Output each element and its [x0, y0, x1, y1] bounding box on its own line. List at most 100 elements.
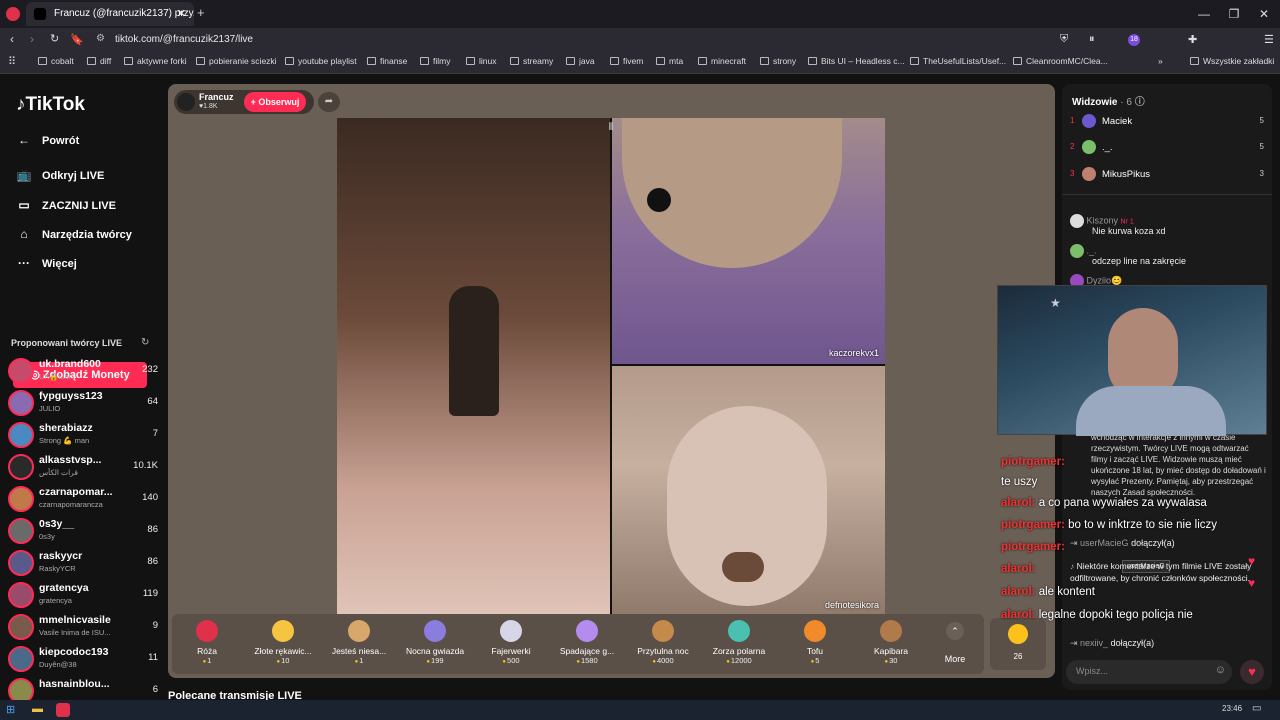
- gift-item[interactable]: Fajerwerki500: [476, 620, 546, 665]
- wish-gift-card[interactable]: 26: [990, 618, 1046, 670]
- gift-item[interactable]: Nocna gwiazda199: [400, 620, 470, 665]
- minimize-icon[interactable]: —: [1192, 4, 1216, 24]
- nav-creator-tools[interactable]: ⌂ Narzędzia twórcy: [16, 227, 132, 241]
- nav-more[interactable]: ··· Więcej: [16, 256, 77, 270]
- new-tab-button[interactable]: +: [197, 5, 205, 20]
- more-gifts[interactable]: ⌃ More: [940, 618, 970, 670]
- gift-price: 1580: [552, 656, 622, 665]
- bookmark-item[interactable]: aktywne forki: [124, 56, 187, 66]
- pause-icon[interactable]: ⏸: [1089, 33, 1095, 46]
- join-message: ⇥ nexiiv_ dołączył(a): [1070, 638, 1155, 648]
- bookmark-item[interactable]: cobalt: [38, 56, 74, 66]
- reload-icon[interactable]: ↻: [50, 32, 59, 45]
- dog-nose: [722, 552, 764, 582]
- suggested-creator[interactable]: gratencya gratencya 119: [8, 580, 158, 612]
- bookmark-folder[interactable]: finanse: [367, 56, 407, 66]
- close-window-icon[interactable]: ✕: [1252, 4, 1276, 24]
- viewer-count: 11: [148, 652, 158, 663]
- browser-logo-icon[interactable]: [6, 7, 20, 21]
- notification-icon[interactable]: ▭: [1252, 703, 1261, 714]
- windows-start-icon[interactable]: ⊞: [6, 703, 15, 716]
- back-icon[interactable]: ‹: [10, 32, 14, 46]
- url-field[interactable]: tiktok.com/@francuzik2137/live: [115, 34, 253, 45]
- gift-name: Nocna gwiazda: [405, 646, 465, 656]
- file-explorer-icon[interactable]: ▬: [32, 703, 43, 715]
- guest-video-pane-top[interactable]: kaczorekvx1: [612, 118, 885, 364]
- bookmark-folder[interactable]: linux: [466, 56, 496, 66]
- host-name[interactable]: Francuz: [199, 92, 234, 102]
- suggested-creator[interactable]: kiepcodoc193 Duyên@38 11: [8, 644, 158, 676]
- extensions-icon[interactable]: ✚: [1188, 33, 1197, 46]
- top-viewer-row[interactable]: 1 Maciek 5: [1070, 114, 1264, 136]
- menu-icon[interactable]: ☰: [1264, 33, 1274, 46]
- follow-button[interactable]: + Obserwuj: [244, 92, 306, 112]
- apps-icon[interactable]: ⠿: [8, 55, 16, 68]
- viewer-count: 232: [142, 364, 158, 375]
- refresh-icon[interactable]: ↻: [141, 337, 149, 348]
- extension-badge[interactable]: 18: [1128, 34, 1140, 46]
- bookmark-folder[interactable]: mta: [656, 56, 683, 66]
- gift-item[interactable]: Przytulna noc4000: [628, 620, 698, 665]
- suggested-creator[interactable]: sherabiazz Strong 💪 man 7: [8, 420, 158, 452]
- gift-item[interactable]: Złote rękawic...10: [248, 620, 318, 665]
- nav-back[interactable]: ← Powrót: [16, 133, 79, 147]
- gift-item[interactable]: Spadające g...1580: [552, 620, 622, 665]
- bookmark-folder[interactable]: java: [566, 56, 595, 66]
- bookmark-item[interactable]: TheUsefulLists/Usef...: [910, 56, 1006, 66]
- tiktok-note-icon: ♪: [1070, 561, 1077, 571]
- gift-item[interactable]: Róża1: [172, 620, 242, 665]
- restore-icon[interactable]: ❐: [1222, 4, 1246, 24]
- forward-icon[interactable]: ›: [30, 32, 34, 46]
- gift-price: 4000: [628, 656, 698, 665]
- site-info-icon[interactable]: ⚙: [96, 33, 105, 44]
- top-viewer-row[interactable]: 2 ._. 5: [1070, 140, 1264, 162]
- chat-input[interactable]: Wpisz... ☺: [1066, 660, 1232, 684]
- gift-name: Jesteś niesa...: [331, 646, 387, 656]
- guest-video-pane-bottom[interactable]: defnotesikora: [612, 366, 885, 614]
- bookmark-folder[interactable]: fivem: [610, 56, 643, 66]
- nav-discover-live[interactable]: 📺 Odkryj LIVE: [16, 168, 105, 182]
- suggested-creator[interactable]: uk.brand600 UK🔒Lion 232: [8, 356, 158, 388]
- suggested-creator[interactable]: czarnapomar... czarnapomarancza 140: [8, 484, 158, 516]
- overlay-chat-line: alarol: a co pana wywiałes za wywalasa: [1001, 497, 1207, 509]
- bookmark-item[interactable]: youtube playlist: [285, 56, 357, 66]
- shield-icon[interactable]: ⛨: [1060, 33, 1068, 46]
- suggested-creator[interactable]: 0s3y__ 0s3y 86: [8, 516, 158, 548]
- gift-item[interactable]: Zorza polarna12000: [704, 620, 774, 665]
- emoji-icon[interactable]: ☺: [1215, 664, 1226, 676]
- bookmark-item[interactable]: diff: [87, 56, 111, 66]
- github-icon: [910, 57, 919, 65]
- bookmark-icon[interactable]: 🔖: [70, 33, 84, 46]
- tiktok-logo[interactable]: ♪TikTok: [16, 94, 85, 116]
- host-avatar[interactable]: [177, 93, 195, 111]
- bookmark-item[interactable]: pobieranie sciezki: [196, 56, 277, 66]
- top-viewer-row[interactable]: 3 MikusPikus 3: [1070, 167, 1264, 189]
- like-button[interactable]: ♥: [1240, 660, 1264, 684]
- bookmark-folder[interactable]: strony: [760, 56, 796, 66]
- system-message: wchodząc w interakcje z innymi w czasie …: [1091, 433, 1266, 497]
- bookmark-item[interactable]: Bits UI – Headless c...: [808, 56, 905, 66]
- all-bookmarks-folder[interactable]: Wszystkie zakładki: [1190, 56, 1274, 66]
- close-tab-icon[interactable]: ✕: [177, 2, 186, 26]
- suggested-creator[interactable]: fypguyss123 JULIO 64: [8, 388, 158, 420]
- bookmark-folder[interactable]: streamy: [510, 56, 553, 66]
- creator-name: alkasstvsp...: [39, 454, 102, 466]
- nav-start-live[interactable]: ▭ ZACZNIJ LIVE: [16, 198, 116, 212]
- creator-name: uk.brand600: [39, 358, 101, 370]
- browser-tab[interactable]: Francuz (@francuzik2137) przy... ✕: [26, 2, 194, 26]
- folder-icon: [760, 57, 769, 65]
- bookmark-folder[interactable]: minecraft: [698, 56, 746, 66]
- bookmark-item[interactable]: CleanroomMC/Clea...: [1013, 56, 1108, 66]
- bookmark-folder[interactable]: filmy: [420, 56, 450, 66]
- gift-item[interactable]: Kapibara30: [856, 620, 926, 665]
- gift-item[interactable]: Jesteś niesa...1: [324, 620, 394, 665]
- gift-item[interactable]: Tofu5: [780, 620, 850, 665]
- suggested-creator[interactable]: alkasstvsp... قرات الكأس 10.1K: [8, 452, 158, 484]
- browser-taskbar-icon[interactable]: [56, 703, 70, 717]
- info-icon[interactable]: ⓘ: [1135, 97, 1145, 108]
- suggested-creator[interactable]: raskyycr RaskyYCR 86: [8, 548, 158, 580]
- suggested-creator[interactable]: mmelnicvasile Vasile Inima de ISU... 9: [8, 612, 158, 644]
- host-video-pane: [337, 118, 610, 614]
- share-icon[interactable]: ➦: [318, 92, 340, 112]
- more-bookmarks-icon[interactable]: »: [1158, 56, 1163, 66]
